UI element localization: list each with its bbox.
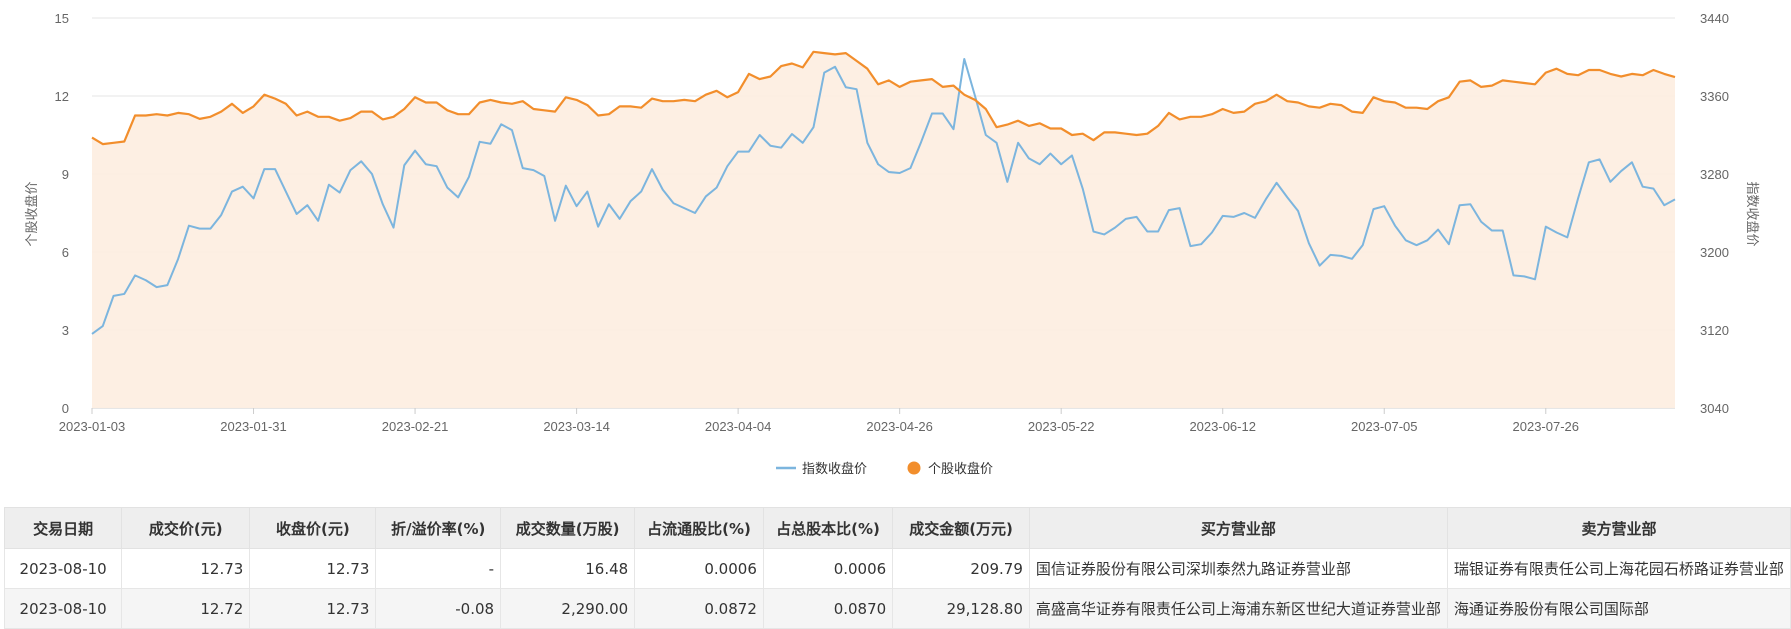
header-seller-branch[interactable]: 卖方营业部 — [1446, 507, 1791, 549]
cell-trade-date: 2023-08-10 — [3, 588, 123, 629]
y-left-tick-label: 12 — [55, 89, 69, 104]
y-left-tick-label: 6 — [62, 245, 69, 260]
header-premium-rate[interactable]: 折/溢价率(%) — [375, 507, 502, 549]
cell-buyer-branch[interactable]: 国信证券股份有限公司深圳泰然九路证券营业部 — [1028, 548, 1448, 589]
cell-volume: 16.48 — [500, 548, 636, 589]
y-axis-right-title: 指数收盘价 — [1744, 181, 1760, 246]
x-tick-label: 2023-06-12 — [1189, 419, 1256, 434]
header-trade-date[interactable]: 交易日期 — [3, 507, 123, 549]
y-right-tick-label: 3120 — [1700, 323, 1729, 338]
legend-item-index[interactable]: 指数收盘价 — [776, 461, 867, 477]
cell-float-ratio: 0.0872 — [634, 588, 764, 629]
y-right-tick-label: 3040 — [1700, 401, 1729, 416]
cell-volume: 2,290.00 — [500, 588, 636, 629]
y-right-tick-label: 3200 — [1700, 245, 1729, 260]
axis-layer — [91, 408, 1547, 414]
legend-label-index: 指数收盘价 — [802, 461, 867, 477]
x-tick-label: 2023-01-03 — [59, 419, 126, 434]
y-left-tick-label: 3 — [62, 323, 69, 338]
x-tick-label: 2023-02-21 — [382, 419, 449, 434]
header-buyer-branch[interactable]: 买方营业部 — [1028, 507, 1448, 549]
block-trade-table: 交易日期 成交价(元) 收盘价(元) 折/溢价率(%) 成交数量(万股) 占流通… — [3, 507, 1791, 629]
legend-item-stock[interactable]: 个股收盘价 — [907, 461, 994, 477]
chart-legend[interactable]: 指数收盘价 个股收盘价 — [776, 461, 993, 477]
legend-dot-swatch — [907, 461, 921, 475]
header-amount[interactable]: 成交金额(万元) — [892, 507, 1030, 549]
x-tick-label: 2023-07-26 — [1513, 419, 1580, 434]
header-total-ratio[interactable]: 占总股本比(%) — [762, 507, 894, 549]
header-close-price[interactable]: 收盘价(元) — [249, 507, 377, 549]
x-tick-label: 2023-03-14 — [543, 419, 610, 434]
y-right-tick-label: 3280 — [1700, 167, 1729, 182]
y-left-tick-label: 15 — [55, 11, 69, 26]
cell-premium-rate: - — [375, 548, 502, 589]
y-axis-left-title: 个股收盘价 — [24, 181, 40, 246]
y-right-tick-label: 3360 — [1700, 89, 1729, 104]
cell-trade-price: 12.73 — [121, 548, 251, 589]
cell-amount: 209.79 — [892, 548, 1030, 589]
header-float-ratio[interactable]: 占流通股比(%) — [634, 507, 764, 549]
x-tick-label: 2023-07-05 — [1351, 419, 1418, 434]
cell-seller-branch[interactable]: 海通证券股份有限公司国际部 — [1446, 588, 1791, 629]
y-left-tick-label: 0 — [62, 401, 69, 416]
dual-axis-line-chart: 0 3 6 9 12 15 3040 3120 3200 3280 3360 3440 2023-01-… — [24, 11, 1760, 477]
y-left-tick-label: 9 — [62, 167, 69, 182]
chart-area: 0 3 6 9 12 15 3040 3120 3200 3280 3360 3440 2023-01-… — [0, 0, 1791, 500]
legend-label-stock: 个股收盘价 — [928, 461, 993, 477]
cell-close-price: 12.73 — [249, 548, 377, 589]
cell-buyer-branch[interactable]: 高盛高华证券有限责任公司上海浦东新区世纪大道证券营业部 — [1028, 588, 1448, 629]
x-tick-label: 2023-05-22 — [1028, 419, 1095, 434]
x-tick-label: 2023-04-26 — [866, 419, 933, 434]
cell-total-ratio: 0.0870 — [762, 588, 894, 629]
table-row: 2023-08-10 12.72 12.73 -0.08 2,290.00 0.… — [3, 588, 1791, 629]
y-right-tick-label: 3440 — [1700, 11, 1729, 26]
cell-trade-price: 12.72 — [121, 588, 251, 629]
cell-float-ratio: 0.0006 — [634, 548, 764, 589]
x-tick-label: 2023-01-31 — [220, 419, 287, 434]
cell-trade-date: 2023-08-10 — [3, 548, 123, 589]
table-row: 2023-08-10 12.73 12.73 - 16.48 0.0006 0.… — [3, 548, 1791, 589]
cell-amount: 29,128.80 — [892, 588, 1030, 629]
cell-premium-rate: -0.08 — [375, 588, 502, 629]
cell-seller-branch[interactable]: 瑞银证券有限责任公司上海花园石桥路证券营业部 — [1446, 548, 1791, 589]
cell-total-ratio: 0.0006 — [762, 548, 894, 589]
cell-close-price: 12.73 — [249, 588, 377, 629]
header-trade-price[interactable]: 成交价(元) — [121, 507, 251, 549]
table-header-row: 交易日期 成交价(元) 收盘价(元) 折/溢价率(%) 成交数量(万股) 占流通… — [3, 507, 1791, 549]
header-volume[interactable]: 成交数量(万股) — [500, 507, 636, 549]
x-tick-label: 2023-04-04 — [705, 419, 772, 434]
